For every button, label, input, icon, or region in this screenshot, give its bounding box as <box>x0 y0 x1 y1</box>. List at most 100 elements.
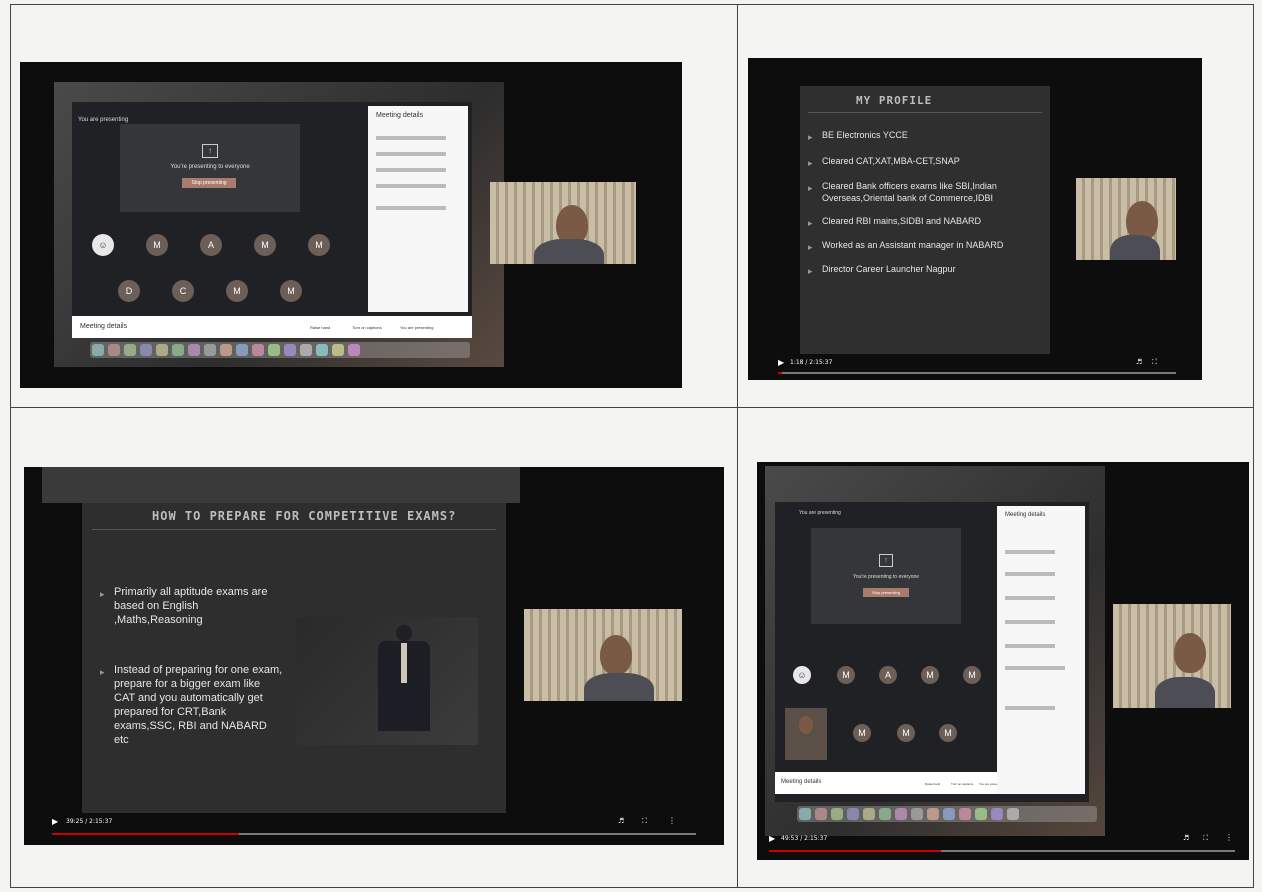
profile-bullet-2: Cleared CAT,XAT,MBA-CET,SNAP <box>808 156 1042 169</box>
presenting-label: You are presenting <box>78 117 129 123</box>
participant-tile-7[interactable]: M <box>897 724 915 742</box>
volume-icon[interactable]: ♬ <box>1183 834 1189 842</box>
raise-hand-button[interactable]: Raise hand <box>925 782 940 786</box>
slide-top-band <box>42 467 520 503</box>
profile-bullet-3: Cleared Bank officers exams like SBI,Ind… <box>808 180 1042 204</box>
video-time: 39:25 / 2:15:37 <box>66 818 113 825</box>
participant-tile-4[interactable]: M <box>254 234 276 256</box>
progress-fill <box>778 372 782 374</box>
grid-line-top <box>10 4 1254 5</box>
mac-dock <box>797 806 1097 822</box>
participant-tile-1[interactable]: ☺ <box>92 234 114 256</box>
stop-presenting-button[interactable]: Stop presenting <box>182 178 236 188</box>
panel-row <box>1005 550 1055 554</box>
panel-row <box>376 168 446 172</box>
meet-window: You are presenting ↑ You're presenting t… <box>72 102 472 338</box>
fullscreen-icon[interactable]: ⛶ <box>642 817 647 826</box>
participant-tile-8[interactable]: M <box>226 280 248 302</box>
panel-row <box>1005 572 1055 576</box>
screenshot-top-right: MY PROFILE BE Electronics YCCE Cleared C… <box>748 58 1202 380</box>
webcam-video <box>1113 604 1231 708</box>
video-progress[interactable] <box>52 833 696 835</box>
more-icon[interactable]: ⋮ <box>1225 833 1233 842</box>
panel-row <box>376 206 446 210</box>
participant-tile-8[interactable]: M <box>939 724 957 742</box>
exam-bullet-1: Primarily all aptitude exams are based o… <box>100 585 284 627</box>
video-progress[interactable] <box>778 372 1176 374</box>
meeting-details-panel: Meeting details <box>997 506 1085 794</box>
webcam-video <box>524 609 682 701</box>
presenting-button[interactable]: You are presenting <box>400 325 433 330</box>
play-button[interactable]: ▶ <box>778 358 784 367</box>
mac-dock <box>90 342 470 358</box>
webcam-video <box>490 182 636 264</box>
present-icon: ↑ <box>202 144 218 158</box>
businessman-head <box>396 625 412 641</box>
participant-tile-2[interactable]: M <box>837 666 855 684</box>
participant-tile-6[interactable]: D <box>118 280 140 302</box>
stop-presenting-button[interactable]: Stop presenting <box>863 588 909 597</box>
participant-tile-3[interactable]: A <box>200 234 222 256</box>
slide-title: MY PROFILE <box>856 94 933 107</box>
profile-bullet-4: Cleared RBI mains,SIDBI and NABARD <box>808 216 1042 229</box>
panel-row <box>1005 596 1055 600</box>
meeting-details-title: Meeting details <box>376 112 424 119</box>
title-divider <box>92 529 496 530</box>
participant-tile-3[interactable]: A <box>879 666 897 684</box>
fullscreen-icon[interactable]: ⛶ <box>1203 834 1208 843</box>
play-button[interactable]: ▶ <box>769 834 775 843</box>
profile-bullet-5: Worked as an Assistant manager in NABARD <box>808 240 1042 253</box>
grid-line-center <box>737 4 738 887</box>
screenshot-bottom-right: You are presenting ↑ You're presenting t… <box>757 462 1249 860</box>
title-divider <box>808 112 1042 113</box>
meeting-details-link[interactable]: Meeting details <box>80 323 127 330</box>
participant-face <box>799 716 813 734</box>
profile-bullet-1: BE Electronics YCCE <box>808 130 1042 143</box>
panel-row <box>376 184 446 188</box>
participant-tile-1[interactable]: ☺ <box>793 666 811 684</box>
presenting-card: ↑ You're presenting to everyone Stop pre… <box>120 124 300 212</box>
meeting-details-title: Meeting details <box>1005 512 1046 518</box>
panel-row <box>1005 666 1065 670</box>
businessman-tie <box>401 643 407 683</box>
panel-row <box>1005 620 1055 624</box>
video-progress[interactable] <box>769 850 1235 852</box>
presenting-header: You are presenting <box>78 108 129 123</box>
profile-bullet-6: Director Career Launcher Nagpur <box>808 264 1042 277</box>
volume-icon[interactable]: ♬ <box>618 817 624 825</box>
raise-hand-button[interactable]: Raise hand <box>310 325 330 330</box>
panel-row <box>1005 706 1055 710</box>
participant-tile-4[interactable]: M <box>921 666 939 684</box>
participant-tile-5[interactable]: M <box>963 666 981 684</box>
volume-icon[interactable]: ♬ <box>1136 358 1142 366</box>
fullscreen-icon[interactable]: ⛶ <box>1152 358 1157 367</box>
more-icon[interactable]: ⋮ <box>668 816 676 825</box>
participant-video-tile[interactable] <box>785 708 827 760</box>
screenshot-top-left: You are presenting ↑ You're presenting t… <box>20 62 682 388</box>
participant-tile-7[interactable]: C <box>172 280 194 302</box>
video-time: 49:53 / 2:15:37 <box>781 835 828 842</box>
grid-line-middle <box>10 407 1254 408</box>
presenting-to-everyone: You're presenting to everyone <box>852 574 920 580</box>
play-button[interactable]: ▶ <box>52 817 58 826</box>
panel-row <box>376 136 446 140</box>
captions-button[interactable]: Turn on captions <box>352 325 382 330</box>
slide-title: HOW TO PREPARE FOR COMPETITIVE EXAMS? <box>152 509 457 523</box>
progress-fill <box>769 850 942 852</box>
participant-tile-2[interactable]: M <box>146 234 168 256</box>
panel-row <box>1005 644 1055 648</box>
captions-button[interactable]: Turn on captions <box>951 782 973 786</box>
meeting-details-link[interactable]: Meeting details <box>781 779 821 785</box>
competitive-exams-slide: HOW TO PREPARE FOR COMPETITIVE EXAMS? Pr… <box>42 467 520 813</box>
present-icon: ↑ <box>879 554 893 567</box>
meeting-details-panel: Meeting details <box>368 106 468 312</box>
meet-window: You are presenting ↑ You're presenting t… <box>775 502 1089 802</box>
webcam-video <box>1076 178 1176 260</box>
exam-bullet-2: Instead of preparing for one exam, prepa… <box>100 663 284 747</box>
participant-tile-5[interactable]: M <box>308 234 330 256</box>
participant-tile-6[interactable]: M <box>853 724 871 742</box>
profile-slide: MY PROFILE BE Electronics YCCE Cleared C… <box>800 86 1050 354</box>
participant-tile-9[interactable]: M <box>280 280 302 302</box>
video-time: 1:18 / 2:15:37 <box>790 359 833 366</box>
presenting-to-everyone: You're presenting to everyone <box>170 164 250 170</box>
